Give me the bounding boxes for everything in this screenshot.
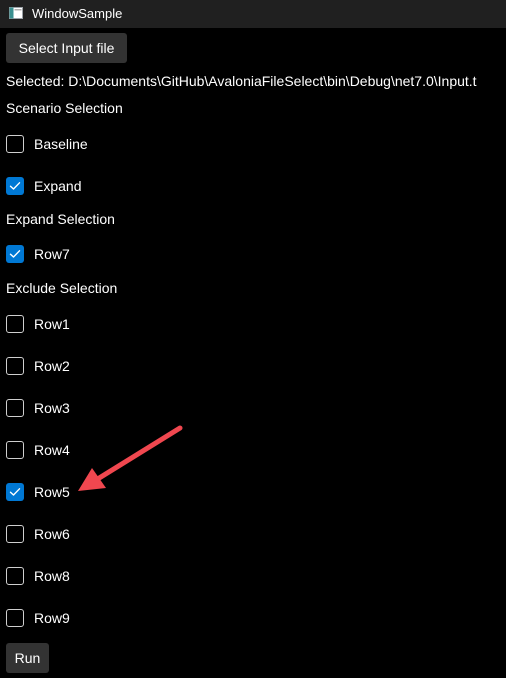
- selected-file-path: Selected: D:\Documents\GitHub\AvaloniaFi…: [6, 73, 477, 89]
- checkbox-label: Row3: [34, 400, 70, 416]
- checkmark-icon: [9, 182, 21, 190]
- checkmark-icon: [9, 488, 21, 496]
- checkbox-label: Row7: [34, 246, 70, 262]
- annotation-arrow-icon: [78, 425, 183, 491]
- checkbox-row9[interactable]: Row9: [6, 607, 70, 629]
- checkbox-box[interactable]: [6, 441, 24, 459]
- checkbox-box[interactable]: [6, 177, 24, 195]
- checkbox-box[interactable]: [6, 315, 24, 333]
- scenario-selection-heading: Scenario Selection: [6, 100, 123, 116]
- expand-selection-heading: Expand Selection: [6, 211, 115, 227]
- checkbox-baseline[interactable]: Baseline: [6, 133, 88, 155]
- title-bar[interactable]: WindowSample: [0, 0, 506, 28]
- checkmark-icon: [9, 250, 21, 258]
- checkbox-row2[interactable]: Row2: [6, 355, 70, 377]
- checkbox-row8[interactable]: Row8: [6, 565, 70, 587]
- checkbox-box[interactable]: [6, 357, 24, 375]
- checkbox-row7-expand[interactable]: Row7: [6, 243, 70, 265]
- checkbox-label: Row4: [34, 442, 70, 458]
- window-title: WindowSample: [32, 6, 123, 21]
- checkbox-box[interactable]: [6, 483, 24, 501]
- checkbox-box[interactable]: [6, 567, 24, 585]
- checkbox-label: Expand: [34, 178, 82, 194]
- checkbox-label: Row1: [34, 316, 70, 332]
- checkbox-box[interactable]: [6, 399, 24, 417]
- checkbox-box[interactable]: [6, 525, 24, 543]
- checkbox-label: Row9: [34, 610, 70, 626]
- checkbox-label: Row2: [34, 358, 70, 374]
- checkbox-expand[interactable]: Expand: [6, 175, 81, 197]
- checkbox-box[interactable]: [6, 609, 24, 627]
- checkbox-row1[interactable]: Row1: [6, 313, 70, 335]
- checkbox-row3[interactable]: Row3: [6, 397, 70, 419]
- checkbox-label: Row6: [34, 526, 70, 542]
- checkbox-box[interactable]: [6, 245, 24, 263]
- run-button[interactable]: Run: [6, 643, 49, 673]
- checkbox-label: Baseline: [34, 136, 88, 152]
- checkbox-row5[interactable]: Row5: [6, 481, 70, 503]
- window-app-icon: [9, 7, 23, 19]
- app-window: WindowSample Select Input file Selected:…: [0, 0, 506, 678]
- exclude-selection-heading: Exclude Selection: [6, 280, 118, 296]
- checkbox-box[interactable]: [6, 135, 24, 153]
- checkbox-row6[interactable]: Row6: [6, 523, 70, 545]
- checkbox-label: Row5: [34, 484, 70, 500]
- select-input-file-button[interactable]: Select Input file: [6, 33, 127, 63]
- checkbox-row4[interactable]: Row4: [6, 439, 70, 461]
- checkbox-label: Row8: [34, 568, 70, 584]
